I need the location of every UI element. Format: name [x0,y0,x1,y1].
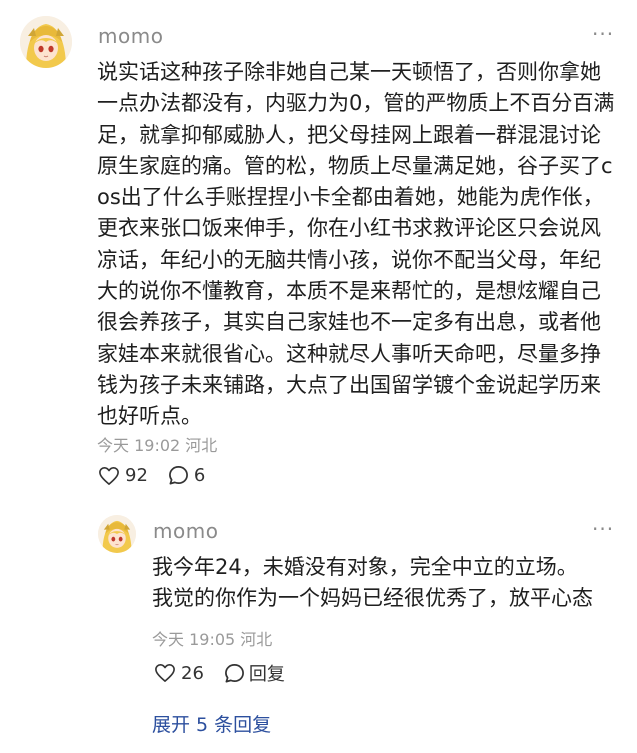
heart-icon [155,664,175,682]
reply-button-label: 回复 [248,664,285,685]
heart-icon [99,466,119,485]
comment-bubble-icon [224,663,244,682]
reply-more-options-icon[interactable]: ··· [592,517,614,541]
more-options-icon[interactable]: ··· [592,22,614,46]
avatar[interactable] [20,16,72,68]
reply-reply-button[interactable]: 回复 [224,660,285,686]
reply-count: 6 [193,465,206,486]
reply-button[interactable]: 6 [168,465,205,486]
expand-replies-link[interactable]: 展开 5 条回复 [152,710,271,737]
reply-timestamp-location: 今天 19:05 河北 [152,630,273,649]
anime-avatar-icon [20,16,72,68]
comment-text: 说实话这种孩子除非她自己某一天顿悟了，否则你拿她一点办法都没有，内驱力为0，管的… [97,60,615,429]
comment-actions: 92 6 [98,465,205,486]
reply-like-button[interactable]: 26 [154,663,204,684]
like-button[interactable]: 92 [98,465,148,486]
comment-username[interactable]: momo [98,24,163,48]
reply-like-count: 26 [181,662,204,684]
reply-username[interactable]: momo [153,519,218,543]
anime-avatar-icon [98,515,136,553]
reply-text: 我今年24，未婚没有对象，完全中立的立场。我觉的你作为一个妈妈已经很优秀了，放平… [152,555,593,611]
reply-avatar[interactable] [98,515,136,553]
comment-bubble-icon [168,466,188,485]
like-count: 92 [125,465,148,486]
comment-timestamp-location: 今天 19:02 河北 [97,436,218,455]
reply-actions: 26 回复 [154,660,285,686]
